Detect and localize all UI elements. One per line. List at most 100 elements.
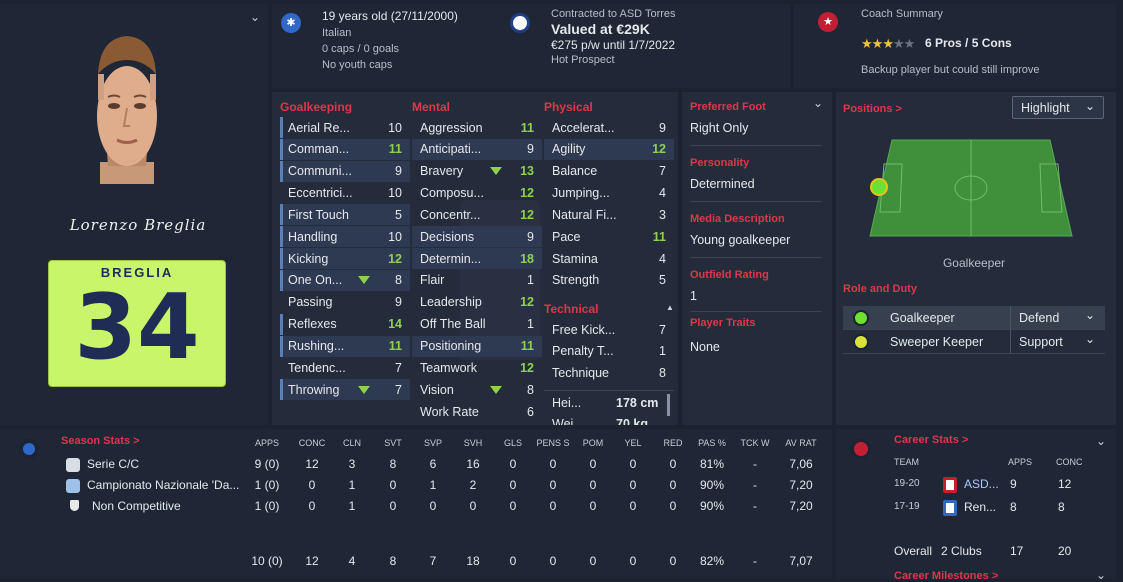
positions-link[interactable]: Positions > xyxy=(843,103,902,115)
mental-attr-label: Bravery xyxy=(420,164,464,179)
career-chevron-down-icon[interactable]: ⌄ xyxy=(1096,434,1106,448)
physical-attr-row[interactable]: Balance 7 xyxy=(544,161,674,182)
outfield-header: Outfield Rating xyxy=(690,269,769,281)
goalkeeping-attr-row[interactable]: Communi... 9 xyxy=(280,160,410,182)
goalkeeping-attr-row[interactable]: Reflexes 14 xyxy=(280,313,410,335)
mental-attr-label: Decisions xyxy=(420,229,475,244)
divider xyxy=(690,311,822,312)
mental-attr-row[interactable]: Aggression 11 xyxy=(412,117,542,138)
mental-attr-row[interactable]: Bravery 13 xyxy=(412,161,542,182)
mental-attr-row[interactable]: Work Rate 6 xyxy=(412,401,542,422)
career-milestones-link[interactable]: Career Milestones > xyxy=(894,570,998,582)
mental-attr-label: Vision xyxy=(420,382,454,397)
physical-attr-row[interactable]: Accelerat... 9 xyxy=(544,117,674,138)
competition-name[interactable]: Non Competitive xyxy=(92,499,247,513)
mental-attr-row[interactable]: Vision 8 xyxy=(412,379,542,400)
info-chevron-down-icon[interactable]: ⌄ xyxy=(813,96,823,110)
season-cell: - xyxy=(753,499,757,513)
goalkeeping-attr-row[interactable]: Passing 9 xyxy=(280,292,410,313)
goalkeeping-attr-value: 12 xyxy=(388,251,402,266)
mental-attr-row[interactable]: Composu... 12 xyxy=(412,183,542,204)
season-cell: 7,06 xyxy=(789,457,813,471)
goalkeeping-attr-row[interactable]: Aerial Re... 10 xyxy=(280,117,410,138)
physical-attr-value: 3 xyxy=(659,207,666,222)
highlight-dropdown[interactable]: Highlight ⌄ xyxy=(1012,96,1104,119)
career-icon xyxy=(851,439,871,459)
milestones-chevron-down-icon[interactable]: ⌄ xyxy=(1096,568,1106,582)
mental-attr-label: Positioning xyxy=(420,339,482,353)
goalkeeping-attr-row[interactable]: Handling 10 xyxy=(280,226,410,248)
goalkeeping-attr-value: 14 xyxy=(388,317,402,332)
mental-attr-row[interactable]: Anticipati... 9 xyxy=(412,138,542,160)
technical-attr-label: Technique xyxy=(552,366,609,381)
youth-caps-line: No youth caps xyxy=(322,59,393,71)
mental-attr-value: 9 xyxy=(527,229,534,244)
technical-attr-row[interactable]: Technique 8 xyxy=(544,363,674,384)
duty-dropdown[interactable]: Defend ⌄ xyxy=(1010,306,1105,330)
trend-up-icon xyxy=(490,385,502,394)
physical-attr-row[interactable]: Pace 11 xyxy=(544,226,674,247)
competition-name[interactable]: Campionato Nazionale 'Da... xyxy=(87,478,242,492)
goalkeeping-attr-row[interactable]: One On... 8 xyxy=(280,269,410,291)
goalkeeping-attr-label: Kicking xyxy=(288,251,329,266)
mental-attr-label: Off The Ball xyxy=(420,317,486,332)
goalkeeping-attr-row[interactable]: Rushing... 11 xyxy=(280,335,410,357)
career-team-link[interactable]: ASD... xyxy=(964,477,999,491)
competition-name[interactable]: Serie C/C xyxy=(87,457,242,471)
mental-attr-row[interactable]: Concentr... 12 xyxy=(412,204,542,225)
role-row[interactable]: Goalkeeper Defend ⌄ xyxy=(843,306,1105,330)
pros-cons[interactable]: 6 Pros / 5 Cons xyxy=(925,36,1012,50)
role-row[interactable]: Sweeper Keeper Support ⌄ xyxy=(843,330,1105,354)
mental-attr-row[interactable]: Decisions 9 xyxy=(412,226,542,248)
physical-attr-row[interactable]: Stamina 4 xyxy=(544,248,674,269)
mental-attr-row[interactable]: Flair 1 xyxy=(412,270,542,291)
role-duty-header: Role and Duty xyxy=(843,283,917,295)
goalkeeping-attr-row[interactable]: Tendenc... 7 xyxy=(280,357,410,378)
mental-attr-row[interactable]: Positioning 11 xyxy=(412,335,542,357)
goalkeeper-position-marker[interactable] xyxy=(870,178,888,196)
season-stats-link[interactable]: Season Stats > xyxy=(61,435,140,447)
goalkeeping-attr-label: Tendenc... xyxy=(288,360,346,375)
chevron-down-icon: ⌄ xyxy=(1084,332,1095,346)
trend-up-icon xyxy=(358,385,370,394)
star-full-icon: ★ xyxy=(871,36,884,51)
scrollbar[interactable] xyxy=(667,394,670,416)
mental-attr-row[interactable]: Leadership 12 xyxy=(412,292,542,313)
goalkeeping-attr-row[interactable]: First Touch 5 xyxy=(280,204,410,226)
technical-attr-row[interactable]: Free Kick... 7 xyxy=(544,319,674,340)
physical-attr-row[interactable]: Natural Fi... 3 xyxy=(544,204,674,225)
duty-dropdown[interactable]: Support ⌄ xyxy=(1010,330,1105,354)
season-cell: 7,20 xyxy=(789,499,813,513)
season-col-header[interactable]: PAS % xyxy=(688,438,736,448)
physical-attr-row[interactable]: Jumping... 4 xyxy=(544,183,674,204)
mental-attr-value: 6 xyxy=(527,404,534,419)
season-col-header[interactable]: TCK W xyxy=(731,438,779,448)
contract-line: Contracted to ASD Torres xyxy=(551,8,676,20)
club-crest-icon xyxy=(943,500,957,516)
goalkeeping-attr-label: Communi... xyxy=(288,164,352,179)
media-header: Media Description xyxy=(690,213,785,225)
chevron-down-icon[interactable]: ⌄ xyxy=(250,10,260,24)
career-head-apps: APPS xyxy=(1008,457,1033,467)
goalkeeping-attr-row[interactable]: Kicking 12 xyxy=(280,248,410,270)
mental-attr-row[interactable]: Teamwork 12 xyxy=(412,357,542,378)
mental-attr-row[interactable]: Determin... 18 xyxy=(412,248,542,270)
goalkeeping-attr-row[interactable]: Throwing 7 xyxy=(280,379,410,401)
height-label: Hei... xyxy=(552,396,582,410)
technical-header: Technical xyxy=(544,302,599,316)
season-col-header[interactable]: AV RAT xyxy=(777,438,825,448)
goalkeeping-attr-row[interactable]: Eccentrici... 10 xyxy=(280,183,410,204)
mental-attr-row[interactable]: Off The Ball 1 xyxy=(412,314,542,335)
mental-attr-value: 12 xyxy=(520,295,534,310)
technical-attr-value: 8 xyxy=(659,366,666,381)
collapse-up-icon[interactable]: ▲ xyxy=(666,303,674,312)
goalkeeping-attr-row[interactable]: Comman... 11 xyxy=(280,138,410,160)
career-team-link[interactable]: Ren... xyxy=(964,500,996,514)
mental-attr-value: 13 xyxy=(520,164,534,179)
technical-attr-row[interactable]: Penalty T... 1 xyxy=(544,341,674,362)
physical-attr-row[interactable]: Strength 5 xyxy=(544,270,674,291)
career-stats-link[interactable]: Career Stats > xyxy=(894,434,968,446)
mental-attr-label: Determin... xyxy=(420,251,482,266)
physical-attr-row[interactable]: Agility 12 xyxy=(544,138,674,160)
season-col-header[interactable]: APPS xyxy=(243,438,291,448)
